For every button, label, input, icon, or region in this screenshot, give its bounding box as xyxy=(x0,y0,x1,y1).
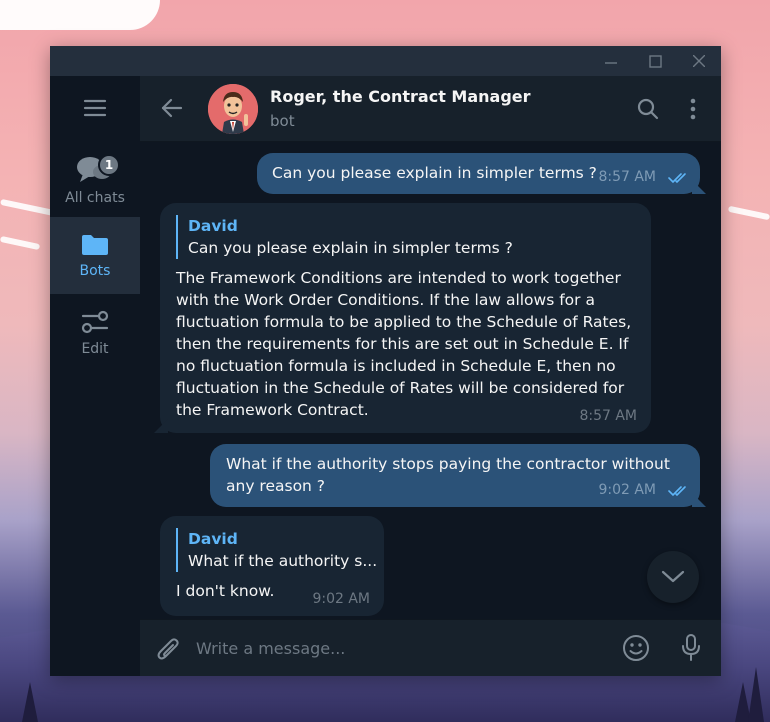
more-vertical-icon xyxy=(690,98,696,120)
chat-header: Roger, the Contract Manager bot xyxy=(140,76,721,142)
maximize-button[interactable] xyxy=(633,46,677,76)
chat-status: bot xyxy=(270,112,295,130)
title-bar[interactable] xyxy=(50,46,721,76)
arrow-left-icon xyxy=(161,98,183,118)
outgoing-message[interactable]: What if the authority stops paying the c… xyxy=(210,444,706,507)
message-time: 9:02 AM xyxy=(598,482,656,498)
main-menu-button[interactable] xyxy=(50,76,140,140)
smiley-icon xyxy=(623,635,649,661)
search-icon xyxy=(637,98,659,120)
emoji-button[interactable] xyxy=(621,633,651,667)
search-button[interactable] xyxy=(637,98,659,124)
bubble-tail xyxy=(692,180,706,194)
message-time: 8:57 AM xyxy=(579,408,637,424)
reply-text: Can you please explain in simpler terms … xyxy=(188,239,513,257)
sliders-icon xyxy=(81,310,109,333)
minimize-button[interactable] xyxy=(589,46,633,76)
message-line: the Framework Contract. xyxy=(176,401,369,419)
reply-quote[interactable]: David Can you please explain in simpler … xyxy=(176,215,635,259)
message-text: The Framework Conditions are intended to… xyxy=(176,267,635,421)
message-list[interactable]: Can you please explain in simpler terms … xyxy=(140,142,721,619)
reply-author: David xyxy=(188,530,238,548)
bubble-tail xyxy=(692,493,706,507)
message-line: What if the authority stops paying the c… xyxy=(226,455,670,473)
incoming-message[interactable]: David Can you please explain in simpler … xyxy=(154,203,651,433)
microphone-icon xyxy=(682,634,700,661)
folder-icon xyxy=(82,234,108,255)
bot-avatar[interactable] xyxy=(208,84,258,134)
folders-sidebar: 1 All chats Bots Edit xyxy=(50,76,140,676)
wallpaper-tree xyxy=(22,682,38,722)
voice-record-button[interactable] xyxy=(679,633,703,667)
bubble-tail xyxy=(154,419,168,433)
paperclip-icon xyxy=(157,638,179,660)
double-check-icon xyxy=(668,173,686,184)
telegram-window: 1 All chats Bots Edit Roger, the Contrac… xyxy=(50,46,721,676)
folder-label: Bots xyxy=(79,262,111,279)
close-button[interactable] xyxy=(677,46,721,76)
folder-label: Edit xyxy=(81,340,109,357)
outgoing-message[interactable]: Can you please explain in simpler terms … xyxy=(257,153,706,194)
close-icon xyxy=(693,55,705,67)
message-time: 9:02 AM xyxy=(312,591,370,607)
message-line: fluctuation formula to be applied to the… xyxy=(176,313,632,331)
folder-bots[interactable]: Bots xyxy=(50,217,140,294)
message-line: fluctuation in the Schedule of Rates wil… xyxy=(176,379,625,397)
double-check-icon xyxy=(668,486,686,497)
unread-badge: 1 xyxy=(98,154,120,176)
reply-text: What if the authority s... xyxy=(188,552,378,570)
message-line: then the requirements for this are set o… xyxy=(176,335,629,353)
attach-button[interactable] xyxy=(156,635,182,667)
chat-title: Roger, the Contract Manager xyxy=(270,87,531,106)
maximize-icon xyxy=(648,54,662,68)
wallpaper-tree xyxy=(748,667,764,722)
wallpaper-cloud xyxy=(0,0,160,30)
folder-all-chats[interactable]: 1 All chats xyxy=(50,140,140,217)
message-input[interactable] xyxy=(196,634,586,662)
chevron-down-icon xyxy=(661,570,685,583)
scroll-to-bottom-button[interactable] xyxy=(647,551,699,603)
minimize-icon xyxy=(605,62,617,64)
message-time: 8:57 AM xyxy=(598,169,656,185)
wallpaper-streak xyxy=(727,205,770,221)
message-text: Can you please explain in simpler terms … xyxy=(272,164,597,182)
reply-quote[interactable]: David What if the authority s... xyxy=(176,528,378,572)
incoming-message[interactable]: David What if the authority s... I don't… xyxy=(160,516,384,616)
message-line: with the Work Order Conditions. If the l… xyxy=(176,291,595,309)
more-options-button[interactable] xyxy=(689,98,697,124)
avatar-image xyxy=(208,84,258,134)
back-button[interactable] xyxy=(160,97,184,123)
wallpaper-streak xyxy=(0,235,41,251)
message-composer xyxy=(140,619,721,676)
hamburger-icon xyxy=(83,99,107,117)
message-line: The Framework Conditions are intended to… xyxy=(176,269,621,287)
folder-label: All chats xyxy=(65,189,125,206)
reply-author: David xyxy=(188,217,238,235)
message-line: no fluctuation formula is included in Sc… xyxy=(176,357,616,375)
folder-edit[interactable]: Edit xyxy=(50,294,140,371)
